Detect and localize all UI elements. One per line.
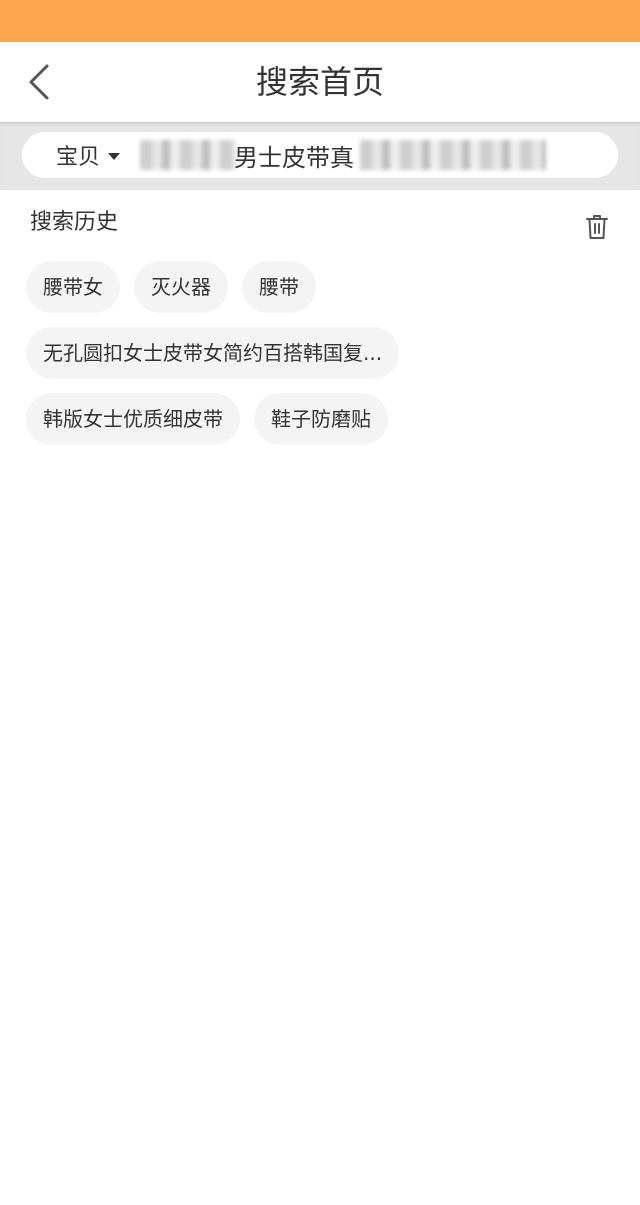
clear-history-button[interactable] bbox=[582, 212, 612, 242]
history-tag[interactable]: 腰带 bbox=[242, 261, 316, 313]
chevron-left-icon bbox=[29, 64, 49, 100]
tag-row: 韩版女士优质细皮带 鞋子防磨贴 bbox=[26, 393, 616, 445]
history-tag[interactable]: 腰带女 bbox=[26, 261, 120, 313]
tag-row: 无孔圆扣女士皮带女简约百搭韩国复... bbox=[26, 327, 616, 379]
search-history-header: 搜索历史 bbox=[30, 206, 620, 242]
history-tag[interactable]: 无孔圆扣女士皮带女简约百搭韩国复... bbox=[26, 327, 400, 379]
search-history-tags: 腰带女 灭火器 腰带 无孔圆扣女士皮带女简约百搭韩国复... 韩版女士优质细皮带… bbox=[26, 261, 616, 459]
blurred-text-right bbox=[360, 140, 546, 170]
back-button[interactable] bbox=[14, 56, 64, 108]
history-tag[interactable]: 灭火器 bbox=[134, 261, 228, 313]
search-scope-dropdown[interactable]: 宝贝 bbox=[56, 132, 121, 178]
history-tag[interactable]: 韩版女士优质细皮带 bbox=[26, 393, 240, 445]
caret-down-icon bbox=[108, 152, 121, 160]
search-area: 宝贝 bbox=[0, 122, 640, 190]
trash-icon bbox=[586, 215, 608, 239]
history-tag[interactable]: 鞋子防磨贴 bbox=[254, 393, 388, 445]
tag-row: 腰带女 灭火器 腰带 bbox=[26, 261, 616, 313]
page-title: 搜索首页 bbox=[255, 63, 384, 101]
status-bar bbox=[0, 0, 640, 42]
search-scope-label: 宝贝 bbox=[56, 145, 101, 170]
search-history-title: 搜索历史 bbox=[30, 210, 119, 235]
search-bar: 宝贝 bbox=[22, 132, 618, 178]
nav-bar: 搜索首页 bbox=[0, 42, 640, 122]
